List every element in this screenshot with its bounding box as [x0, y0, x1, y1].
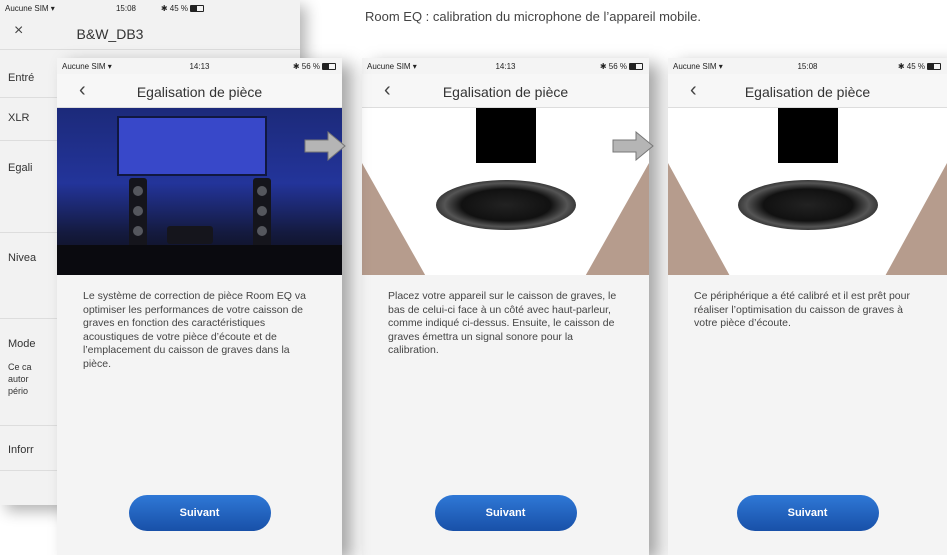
navbar: ‹ Egalisation de pièce: [57, 74, 342, 108]
screen-title: Egalisation de pièce: [744, 84, 871, 100]
floor: [57, 245, 342, 275]
next-button[interactable]: Suivant: [434, 495, 577, 531]
time-label: 14:13: [189, 62, 210, 71]
home-cinema-image: [57, 108, 342, 275]
battery-indicator: ✱ 45 %: [898, 62, 941, 71]
subwoofer-image: [668, 108, 947, 275]
battery-label: ✱ 45 %: [897, 62, 925, 71]
settings-navbar: × B&W_DB3: [0, 16, 300, 50]
battery-icon: [927, 63, 941, 70]
instruction-text: Placez votre appareil sur le caisson de …: [388, 290, 617, 356]
center-speaker: [167, 226, 213, 244]
instruction-text: Le système de correction de pièce Room E…: [83, 290, 306, 370]
arrow-right-icon: [612, 131, 654, 161]
arrow-right-icon: [304, 131, 346, 161]
battery-indicator: ✱ 45 %: [161, 4, 204, 13]
status-bar: Aucune SIM ▾ 14:13 ✱ 56 %: [57, 58, 342, 74]
next-button[interactable]: Suivant: [128, 495, 271, 531]
next-button[interactable]: Suivant: [736, 495, 879, 531]
battery-icon: [629, 63, 643, 70]
instruction-text: Ce périphérique a été calibré et il est …: [694, 290, 910, 329]
screen-title: Egalisation de pièce: [442, 84, 569, 100]
status-bar: Aucune SIM ▾ 15:08 ✱ 45 %: [0, 0, 300, 16]
status-bar: Aucune SIM ▾ 15:08 ✱ 45 %: [668, 58, 947, 74]
battery-indicator: ✱ 56 %: [293, 62, 336, 71]
right-speaker: [253, 178, 271, 248]
left-speaker: [129, 178, 147, 248]
battery-label: ✱ 45 %: [160, 4, 188, 13]
carrier-label: Aucune SIM ▾: [367, 62, 417, 71]
room-eq-screen-intro: Aucune SIM ▾ 14:13 ✱ 56 % ‹ Egalisation …: [57, 58, 342, 555]
caption: Room EQ : calibration du microphone de l…: [365, 9, 702, 24]
room-eq-screen-placement: Aucune SIM ▾ 14:13 ✱ 56 % ‹ Egalisation …: [362, 58, 649, 555]
carrier-label: Aucune SIM ▾: [5, 4, 55, 13]
subwoofer-driver: [435, 180, 576, 230]
navbar: ‹ Egalisation de pièce: [362, 74, 649, 108]
screen-title: Egalisation de pièce: [136, 84, 263, 100]
room-eq-screen-calibrated: Aucune SIM ▾ 15:08 ✱ 45 % ‹ Egalisation …: [668, 58, 947, 555]
battery-indicator: ✱ 56 %: [600, 62, 643, 71]
carrier-label: Aucune SIM ▾: [673, 62, 723, 71]
subwoofer-image: [362, 108, 649, 275]
battery-icon: [322, 63, 336, 70]
battery-label: ✱ 56 %: [292, 62, 320, 71]
time-label: 14:13: [495, 62, 516, 71]
carrier-label: Aucune SIM ▾: [62, 62, 112, 71]
time-label: 15:08: [797, 62, 818, 71]
settings-title: B&W_DB3: [76, 26, 144, 42]
battery-icon: [190, 5, 204, 12]
projection-screen: [117, 116, 267, 176]
phone-placement-square: [475, 108, 536, 163]
status-bar: Aucune SIM ▾ 14:13 ✱ 56 %: [362, 58, 649, 74]
battery-label: ✱ 56 %: [599, 62, 627, 71]
navbar: ‹ Egalisation de pièce: [668, 74, 947, 108]
subwoofer-driver: [737, 180, 878, 230]
phone-placement-square: [777, 108, 838, 163]
time-label: 15:08: [115, 4, 137, 13]
